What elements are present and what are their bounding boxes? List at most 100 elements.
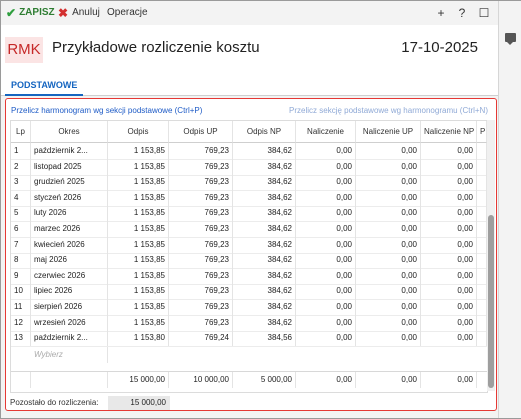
cell-okres: luty 2026 [31, 205, 108, 222]
cell-odpis-up: 769,23 [169, 221, 233, 237]
cell-odpis-np: 384,62 [233, 314, 296, 331]
cell-lp: 6 [11, 221, 31, 237]
total-naliczenie-up: 0,00 [356, 372, 421, 388]
toolbar: ✔ ZAPISZ ✖ Anuluj Operacje + ? ☐ ✕ [1, 1, 510, 25]
cell-naliczenie-up: 0,00 [356, 143, 421, 159]
cell-okres: marzec 2026 [31, 221, 108, 237]
cell-naliczenie-up: 0,00 [356, 205, 421, 222]
cell-odpis-up: 769,23 [169, 174, 233, 191]
cell-odpis: 1 153,85 [108, 158, 169, 175]
cell-naliczenie: 0,00 [296, 174, 356, 191]
cell-pp [477, 143, 487, 159]
cell-odpis: 1 153,85 [108, 236, 169, 253]
cell-okres: grudzień 2025 [31, 174, 108, 191]
table-row[interactable]: 6 marzec 2026 1 153,85 769,23 384,62 0,00 0,00… [11, 221, 487, 238]
column-header-pp[interactable]: PP [477, 121, 487, 143]
cell-odpis: 1 153,85 [108, 189, 169, 206]
cell-odpis-up: 769,23 [169, 252, 233, 269]
cell-naliczenie: 0,00 [296, 236, 356, 253]
cell-naliczenie: 0,00 [296, 283, 356, 300]
operations-menu[interactable]: Operacje [107, 6, 148, 20]
table-row[interactable]: 9 czerwiec 2026 1 153,85 769,23 384,62 0,00 0,… [11, 267, 487, 285]
column-header-odpis-np[interactable]: Odpis NP [233, 121, 296, 143]
column-header-naliczenie[interactable]: Naliczenie [296, 121, 356, 143]
table-row[interactable]: 11 sierpień 2026 1 153,85 769,23 384,62 0,00 0… [11, 299, 487, 316]
cell-lp: 8 [11, 252, 31, 269]
table-row[interactable]: 10 lipiec 2026 1 153,85 769,23 384,62 0,00 0,0… [11, 283, 487, 301]
total-naliczenie: 0,00 [296, 372, 356, 388]
cell-lp: 5 [11, 205, 31, 222]
table-row[interactable]: 1 październik 2... 1 153,85 769,23 384,62 0,0… [11, 143, 487, 160]
cell-odpis-up: 769,23 [169, 189, 233, 206]
cell-naliczenie-up: 0,00 [356, 189, 421, 206]
column-header-odpis-up[interactable]: Odpis UP [169, 121, 233, 143]
cell-odpis-np: 384,62 [233, 143, 296, 159]
cell-odpis-up: 769,23 [169, 236, 233, 253]
total-naliczenie-np: 0,00 [421, 372, 477, 388]
comment-icon[interactable] [505, 33, 516, 45]
cell-okres: kwiecień 2026 [31, 236, 108, 253]
table-row[interactable]: 3 grudzień 2025 1 153,85 769,23 384,62 0,00 0,… [11, 174, 487, 192]
schedule-panel: Przelicz harmonogram wg sekcji podstawow… [5, 98, 497, 411]
add-attachment-icon[interactable]: + [433, 5, 449, 21]
cell-odpis: 1 153,85 [108, 221, 169, 237]
remaining-value: 15 000,00 [108, 396, 170, 410]
cell-odpis-up: 769,23 [169, 143, 233, 159]
save-button[interactable]: ✔ ZAPISZ [6, 6, 55, 20]
column-header-lp[interactable]: Lp [11, 121, 31, 143]
cell-odpis-np: 384,62 [233, 221, 296, 237]
column-header-odpis[interactable]: Odpis [108, 121, 169, 143]
table-row[interactable]: 13 październik 2... 1 153,80 769,24 384,56 0,… [11, 330, 487, 348]
document-header: RMK Przykładowe rozliczenie kosztu 17-10… [1, 25, 498, 73]
cell-odpis: 1 153,80 [108, 330, 169, 347]
document-date: 17-10-2025 [401, 39, 478, 56]
cell-naliczenie: 0,00 [296, 158, 356, 175]
cell-naliczenie: 0,00 [296, 189, 356, 206]
column-header-naliczenie-np[interactable]: Naliczenie NP [421, 121, 477, 143]
total-okres [31, 372, 108, 388]
table-row[interactable]: 2 listopad 2025 1 153,85 769,23 384,62 0,00 0,… [11, 158, 487, 176]
cell-naliczenie-np: 0,00 [421, 236, 477, 253]
cell-naliczenie-up: 0,00 [356, 236, 421, 253]
table-row[interactable]: 8 maj 2026 1 153,85 769,23 384,62 0,00 0,00 0,0… [11, 252, 487, 270]
table-row[interactable]: 5 luty 2026 1 153,85 769,23 384,62 0,00 0,00 0,… [11, 205, 487, 223]
cell-naliczenie: 0,00 [296, 299, 356, 315]
cell-naliczenie: 0,00 [296, 252, 356, 269]
help-icon[interactable]: ? [454, 5, 470, 21]
vertical-scrollbar[interactable] [487, 120, 495, 391]
operations-label: Operacje [107, 7, 148, 18]
cell-naliczenie-np: 0,00 [421, 252, 477, 269]
column-header-okres[interactable]: Okres [31, 121, 108, 143]
cell-naliczenie: 0,00 [296, 221, 356, 237]
cell-pp [477, 221, 487, 237]
column-header-naliczenie-up[interactable]: Naliczenie UP [356, 121, 421, 143]
cell-odpis-np: 384,62 [233, 158, 296, 175]
scrollbar-thumb[interactable] [488, 215, 494, 388]
rmk-badge: RMK [5, 37, 43, 63]
cell-okres: wrzesień 2026 [31, 314, 108, 331]
cell-pp [477, 174, 487, 191]
cell-naliczenie-up: 0,00 [356, 158, 421, 175]
cell-naliczenie: 0,00 [296, 330, 356, 347]
cell-odpis-np: 384,62 [233, 252, 296, 269]
cell-naliczenie: 0,00 [296, 314, 356, 331]
recalc-section-link[interactable]: Przelicz sekcję podstawowe wg harmonogra… [289, 106, 488, 115]
cell-naliczenie-np: 0,00 [421, 267, 477, 284]
cell-odpis-np: 384,62 [233, 236, 296, 253]
cell-pp [477, 314, 487, 331]
cell-lp: 13 [11, 330, 31, 347]
table-row[interactable]: 4 styczeń 2026 1 153,85 769,23 384,62 0,00 0,0… [11, 189, 487, 207]
total-lp [11, 372, 31, 388]
rmk-window: ✔ ZAPISZ ✖ Anuluj Operacje + ? ☐ ✕ RMK P… [0, 0, 521, 419]
table-row[interactable]: 12 wrzesień 2026 1 153,85 769,23 384,62 0,00 0… [11, 314, 487, 332]
cell-odpis-np: 384,56 [233, 330, 296, 347]
tab-podstawowe[interactable]: PODSTAWOWE [5, 77, 84, 96]
period-select[interactable]: Wybierz [31, 346, 108, 363]
cancel-button[interactable]: ✖ Anuluj [58, 6, 100, 20]
maximize-icon[interactable]: ☐ [476, 5, 492, 21]
new-entry-row[interactable]: Wybierz [11, 346, 487, 363]
recalc-schedule-link[interactable]: Przelicz harmonogram wg sekcji podstawow… [11, 106, 202, 115]
cell-okres: lipiec 2026 [31, 283, 108, 300]
cell-pp [477, 267, 487, 284]
table-row[interactable]: 7 kwiecień 2026 1 153,85 769,23 384,62 0,00 0,… [11, 236, 487, 254]
